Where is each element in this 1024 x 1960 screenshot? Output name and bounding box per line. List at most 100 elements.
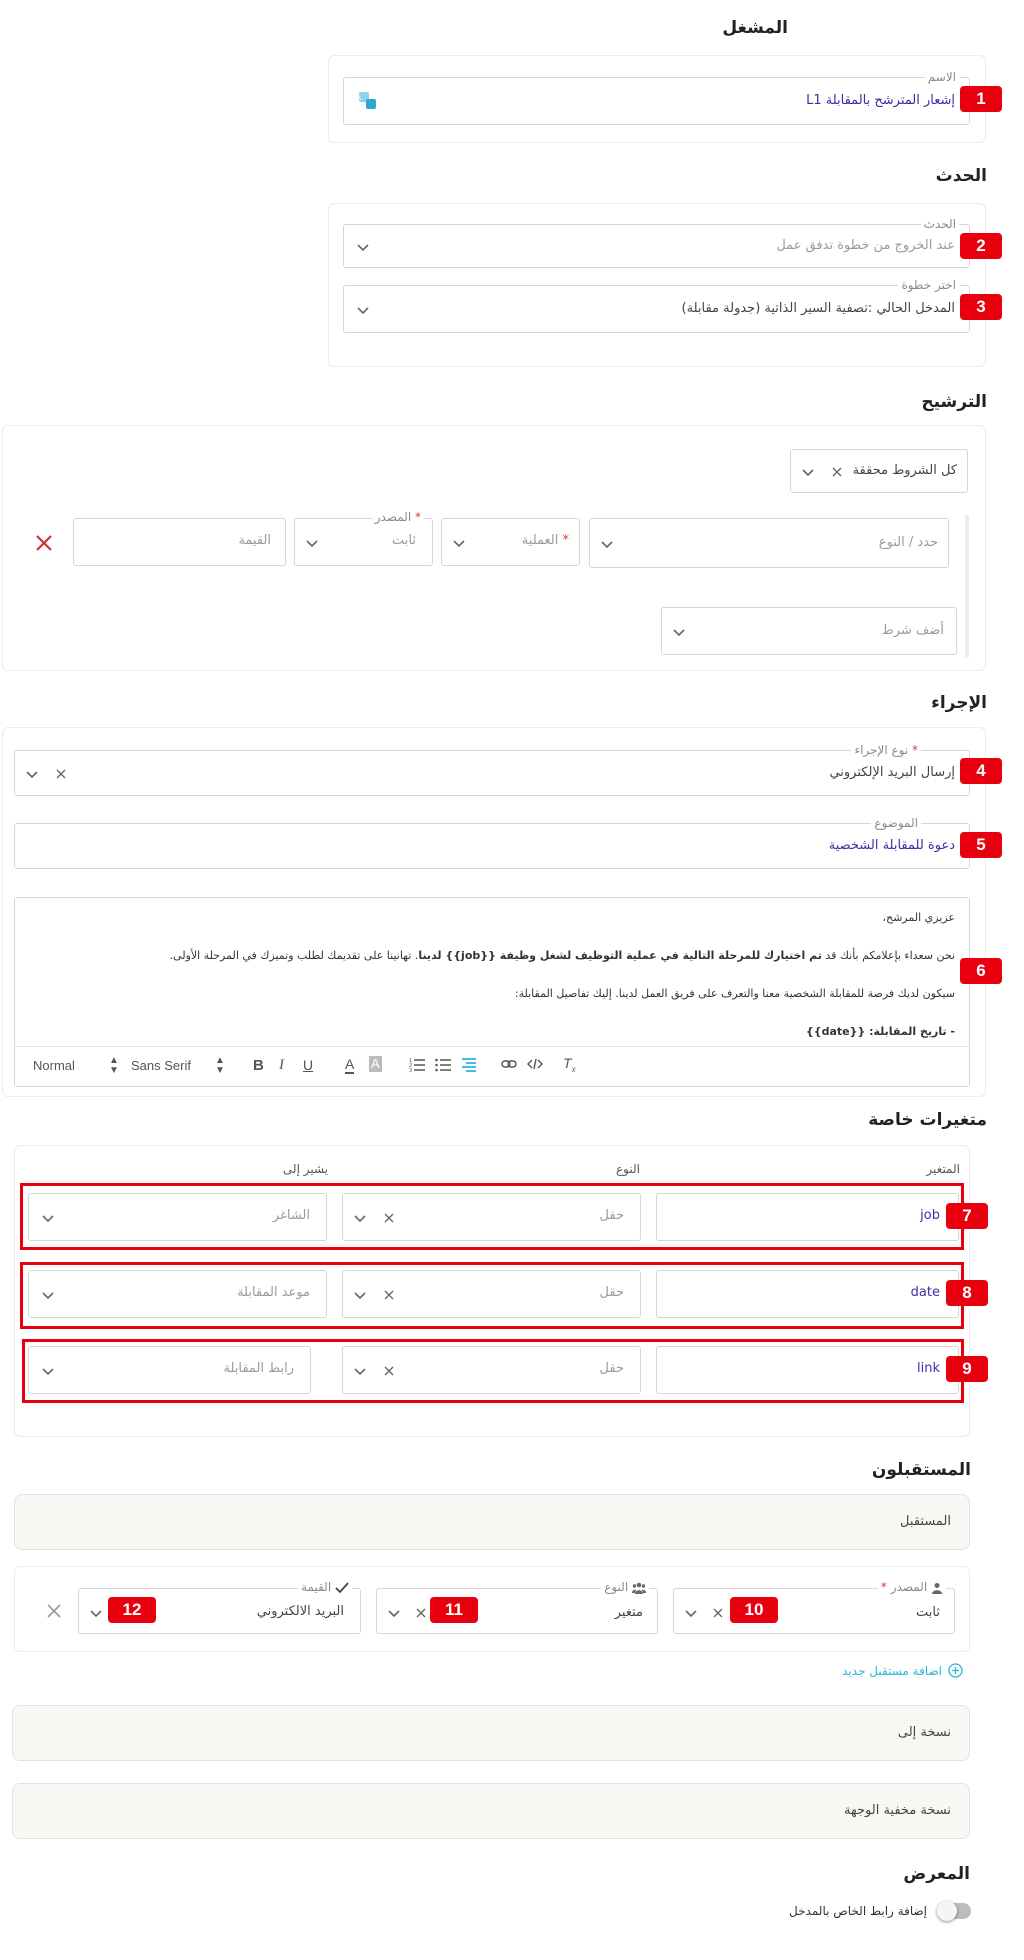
trigger-heading: المشغل [722,18,788,38]
chevron-down-icon[interactable] [39,1362,57,1380]
badge-6: 6 [960,958,1002,984]
badge-9: 9 [946,1356,988,1382]
recipient-source-select[interactable]: المصدر * ثابت [673,1580,955,1634]
chevron-down-icon[interactable] [351,1362,369,1380]
plus-circle-icon [948,1663,963,1678]
condition-mode-select[interactable]: كل الشروط محققة [790,449,968,493]
variable-input[interactable]: link [656,1346,959,1394]
chevron-down-icon[interactable] [354,301,372,319]
cc-field[interactable]: نسخة إلى [12,1705,970,1761]
add-condition-select[interactable]: أضف شرط [661,607,957,655]
step-value: المدخل الحالي :تصفية السير الذاتية (جدول… [681,301,955,316]
recipient-type-label: النوع [601,1580,649,1594]
clear-format-icon[interactable]: Tx [563,1055,576,1074]
recipient-source-label: المصدر * [877,1580,946,1594]
bcc-field[interactable]: نسخة مخفية الوجهة [12,1783,970,1839]
operation-select[interactable]: * العملية [441,518,580,566]
bold-icon[interactable]: B [253,1057,264,1074]
condition-group-bar [965,515,969,657]
clear-icon[interactable] [381,1287,397,1303]
type-select[interactable]: حقل [342,1346,641,1394]
clear-icon[interactable] [381,1363,397,1379]
editor-paragraph-3: - تاريخ المقابلة: {{date}} [805,1025,955,1038]
chevron-down-icon[interactable] [799,463,817,481]
underline-icon[interactable]: U [303,1057,313,1073]
code-icon[interactable] [527,1056,543,1075]
user-icon [931,1582,943,1594]
badge-11: 11 [430,1597,478,1623]
editor-paragraph-2: سيكون لديك فرصة للمقابلة الشخصية معنا وا… [514,987,955,1000]
value-input[interactable]: القيمة [73,518,286,566]
clear-icon[interactable] [413,1605,429,1621]
size-select[interactable]: Normal [33,1058,75,1073]
chevron-down-icon[interactable] [385,1604,403,1622]
target-select[interactable]: الشاغر [28,1193,327,1241]
trigger-name-field[interactable]: الاسم إشعار المترشح بالمقابلة L1 A [343,70,970,125]
chevron-down-icon[interactable] [39,1286,57,1304]
event-select[interactable]: الحدث عند الخروج من خطوة تدفق عمل [343,217,970,268]
variable-value: link [917,1361,940,1376]
align-right-icon[interactable] [461,1056,477,1075]
editor-content[interactable]: عزيزي المرشح، نحن سعداء بإعلامكم بأنك قد… [35,910,955,1042]
action-type-select[interactable]: * نوع الإجراء إرسال البريد الإلكتروني [14,743,970,796]
type-select[interactable]: حدد / النوع [589,518,949,568]
toggle-knob [937,1901,957,1921]
recipient-type-value: متغير [614,1605,643,1620]
text-color-icon[interactable]: A [345,1056,355,1074]
recipients-heading: المستقبلون [871,1460,971,1480]
background-color-icon[interactable]: A [369,1056,382,1072]
variable-input[interactable]: date [656,1270,959,1318]
chevron-down-icon[interactable] [351,1209,369,1227]
link-icon[interactable] [501,1056,517,1075]
toggle-label: إضافة رابط الخاص بالمدخل [789,1904,927,1918]
clear-icon[interactable] [710,1605,726,1621]
ordered-list-icon[interactable]: 123 [409,1056,425,1075]
toggle-switch[interactable] [937,1901,971,1921]
type-placeholder: حدد / النوع [878,535,938,550]
source-select[interactable]: * المصدر ثابت [294,510,433,566]
type-select[interactable]: حقل [342,1193,641,1241]
step-select[interactable]: اختر خطوة المدخل الحالي :تصفية السير الذ… [343,278,970,333]
variable-value: date [910,1285,940,1300]
badge-12: 12 [108,1597,156,1623]
clear-icon[interactable] [381,1210,397,1226]
target-value: موعد المقابلة [237,1285,310,1300]
subject-label: الموضوع [871,816,921,830]
bullet-list-icon[interactable] [435,1056,451,1075]
delete-condition-icon[interactable] [33,532,55,554]
add-recipient-link[interactable]: اضافة مستقبل جديد [842,1663,963,1678]
target-select[interactable]: موعد المقابلة [28,1270,327,1318]
clear-icon[interactable] [829,464,845,480]
target-select[interactable]: رابط المقابلة [28,1346,311,1394]
chevron-down-icon[interactable] [598,535,616,553]
chevron-down-icon[interactable] [682,1604,700,1622]
chevron-down-icon[interactable] [87,1604,105,1622]
clear-icon[interactable] [53,766,69,782]
type-select[interactable]: حقل [342,1270,641,1318]
chevron-down-icon[interactable] [303,534,321,552]
operation-label: * العملية [521,533,569,548]
badge-8: 8 [946,1280,988,1306]
chevron-down-icon[interactable] [670,623,688,641]
font-select-arrows-icon[interactable]: ▲ ▼ [215,1056,225,1076]
chevron-down-icon[interactable] [354,238,372,256]
recipient-type-select[interactable]: النوع متغير [376,1580,658,1634]
subject-input[interactable]: الموضوع دعوة للمقابلة الشخصية [14,816,970,869]
remove-recipient-icon[interactable] [44,1601,64,1621]
badge-1: 1 [960,86,1002,112]
translate-icon[interactable]: A [358,91,378,111]
chevron-down-icon[interactable] [23,765,41,783]
recipient-source-value: ثابت [916,1605,940,1620]
italic-icon[interactable]: I [279,1057,284,1074]
badge-4: 4 [960,758,1002,784]
svg-text:A: A [358,94,361,102]
font-select[interactable]: Sans Serif [131,1058,191,1073]
email-body-editor[interactable]: عزيزي المرشح، نحن سعداء بإعلامكم بأنك قد… [14,897,970,1087]
size-select-arrows-icon[interactable]: ▲ ▼ [109,1056,119,1076]
chevron-down-icon[interactable] [351,1286,369,1304]
filter-heading: الترشيح [921,392,987,412]
bcc-label: نسخة مخفية الوجهة [844,1803,951,1818]
variable-input[interactable]: job [656,1193,959,1241]
chevron-down-icon[interactable] [39,1209,57,1227]
chevron-down-icon[interactable] [450,534,468,552]
